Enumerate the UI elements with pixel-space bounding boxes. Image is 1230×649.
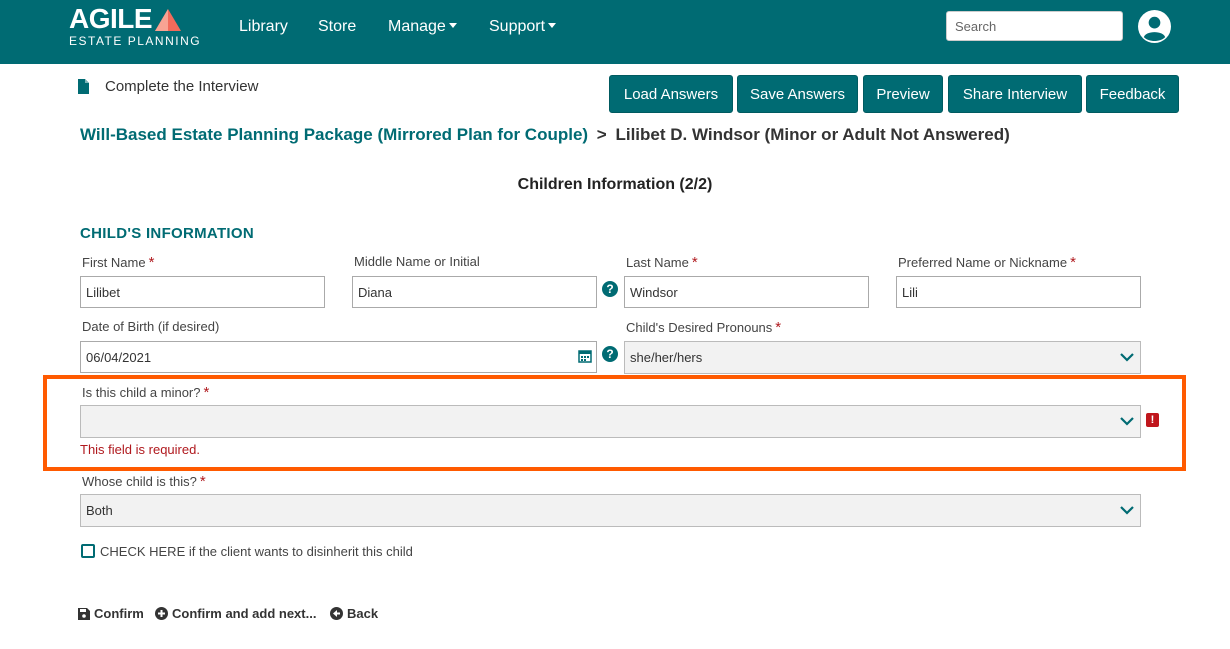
load-answers-button[interactable]: Load Answers: [609, 75, 733, 113]
document-icon: [78, 79, 89, 94]
agile-logo[interactable]: AGILE ESTATE PLANNING: [69, 3, 202, 48]
pronouns-label: Child's Desired Pronouns *: [626, 319, 781, 336]
breadcrumb-package-link[interactable]: Will-Based Estate Planning Package (Mirr…: [80, 125, 588, 144]
top-navbar: AGILE ESTATE PLANNING Library Store Mana…: [0, 0, 1230, 64]
is-minor-select[interactable]: [80, 405, 1141, 438]
first-name-label: First Name *: [82, 254, 154, 271]
arrow-left-circle-icon: [330, 607, 343, 620]
share-interview-button[interactable]: Share Interview: [948, 75, 1082, 113]
section-heading: Children Information (2/2): [517, 176, 713, 193]
help-icon[interactable]: ?: [602, 281, 618, 297]
required-mark: *: [1070, 254, 1076, 271]
required-mark: *: [203, 384, 210, 401]
page-title-text: Complete the Interview: [105, 78, 259, 95]
whose-child-selected-value: Both: [86, 503, 113, 518]
page-title: Complete the Interview: [78, 78, 258, 95]
disinherit-checkbox[interactable]: [81, 544, 95, 558]
dob-label: Date of Birth (if desired): [82, 319, 220, 334]
pronouns-select[interactable]: she/her/hers: [624, 341, 1141, 374]
middle-name-label: Middle Name or Initial: [354, 254, 480, 269]
whose-child-label-text: Whose child is this?: [82, 474, 197, 489]
disinherit-label[interactable]: CHECK HERE if the client wants to disinh…: [100, 544, 413, 559]
logo-sub-text: ESTATE PLANNING: [69, 34, 202, 48]
plus-circle-icon: [155, 607, 168, 620]
field-required-error: This field is required.: [80, 442, 200, 457]
last-name-label-text: Last Name: [626, 255, 689, 270]
back-label: Back: [347, 606, 379, 621]
preview-button[interactable]: Preview: [863, 75, 943, 113]
nav-support[interactable]: Support: [489, 17, 557, 37]
save-answers-button[interactable]: Save Answers: [737, 75, 858, 113]
required-mark: *: [775, 319, 782, 336]
caret-down-icon: [448, 23, 457, 28]
nav-library[interactable]: Library: [239, 17, 288, 37]
save-icon: [78, 607, 90, 620]
nav-manage-label: Manage: [388, 18, 446, 35]
nav-store[interactable]: Store: [318, 17, 356, 37]
breadcrumb-current: Lilibet D. Windsor (Minor or Adult Not A…: [615, 125, 1010, 144]
preferred-name-label-text: Preferred Name or Nickname: [898, 255, 1068, 270]
confirm-add-next-label: Confirm and add next...: [172, 606, 317, 621]
breadcrumb-separator: >: [596, 125, 607, 144]
group-title: CHILD'S INFORMATION: [80, 225, 254, 242]
whose-child-label: Whose child is this? *: [82, 473, 206, 490]
help-icon[interactable]: ?: [602, 346, 618, 362]
is-minor-label: Is this child a minor? *: [82, 384, 209, 401]
caret-down-icon: [548, 23, 557, 28]
chevron-down-icon: [1120, 353, 1134, 362]
feedback-button[interactable]: Feedback: [1086, 75, 1179, 113]
back-button[interactable]: Back: [330, 606, 378, 621]
required-mark: *: [691, 254, 698, 271]
chevron-down-icon: [1120, 417, 1134, 426]
user-circle-icon[interactable]: [1138, 10, 1171, 43]
nav-manage[interactable]: Manage: [388, 17, 457, 37]
pronouns-selected-value: she/her/hers: [630, 350, 703, 365]
pronouns-label-text: Child's Desired Pronouns: [626, 320, 773, 335]
required-mark: *: [148, 254, 155, 271]
required-mark: *: [199, 473, 206, 490]
logo-triangle-icon: [155, 9, 182, 31]
confirm-add-next-button[interactable]: Confirm and add next...: [155, 606, 316, 621]
first-name-field[interactable]: [80, 276, 325, 308]
search-input[interactable]: [946, 11, 1123, 41]
confirm-button[interactable]: Confirm: [78, 606, 144, 621]
preferred-name-field[interactable]: [896, 276, 1141, 308]
nav-support-label: Support: [489, 18, 546, 35]
middle-name-field[interactable]: [352, 276, 597, 308]
last-name-field[interactable]: [624, 276, 869, 308]
breadcrumb: Will-Based Estate Planning Package (Mirr…: [80, 125, 1010, 145]
error-icon: !: [1146, 413, 1159, 427]
whose-child-select[interactable]: Both: [80, 494, 1141, 527]
last-name-label: Last Name *: [626, 254, 698, 271]
logo-main-text: AGILE: [69, 3, 153, 34]
calendar-icon[interactable]: [578, 349, 592, 363]
first-name-label-text: First Name: [82, 255, 146, 270]
is-minor-label-text: Is this child a minor?: [82, 385, 201, 400]
chevron-down-icon: [1120, 506, 1134, 515]
confirm-label: Confirm: [94, 606, 144, 621]
preferred-name-label: Preferred Name or Nickname *: [898, 254, 1076, 271]
dob-field[interactable]: [80, 341, 597, 373]
